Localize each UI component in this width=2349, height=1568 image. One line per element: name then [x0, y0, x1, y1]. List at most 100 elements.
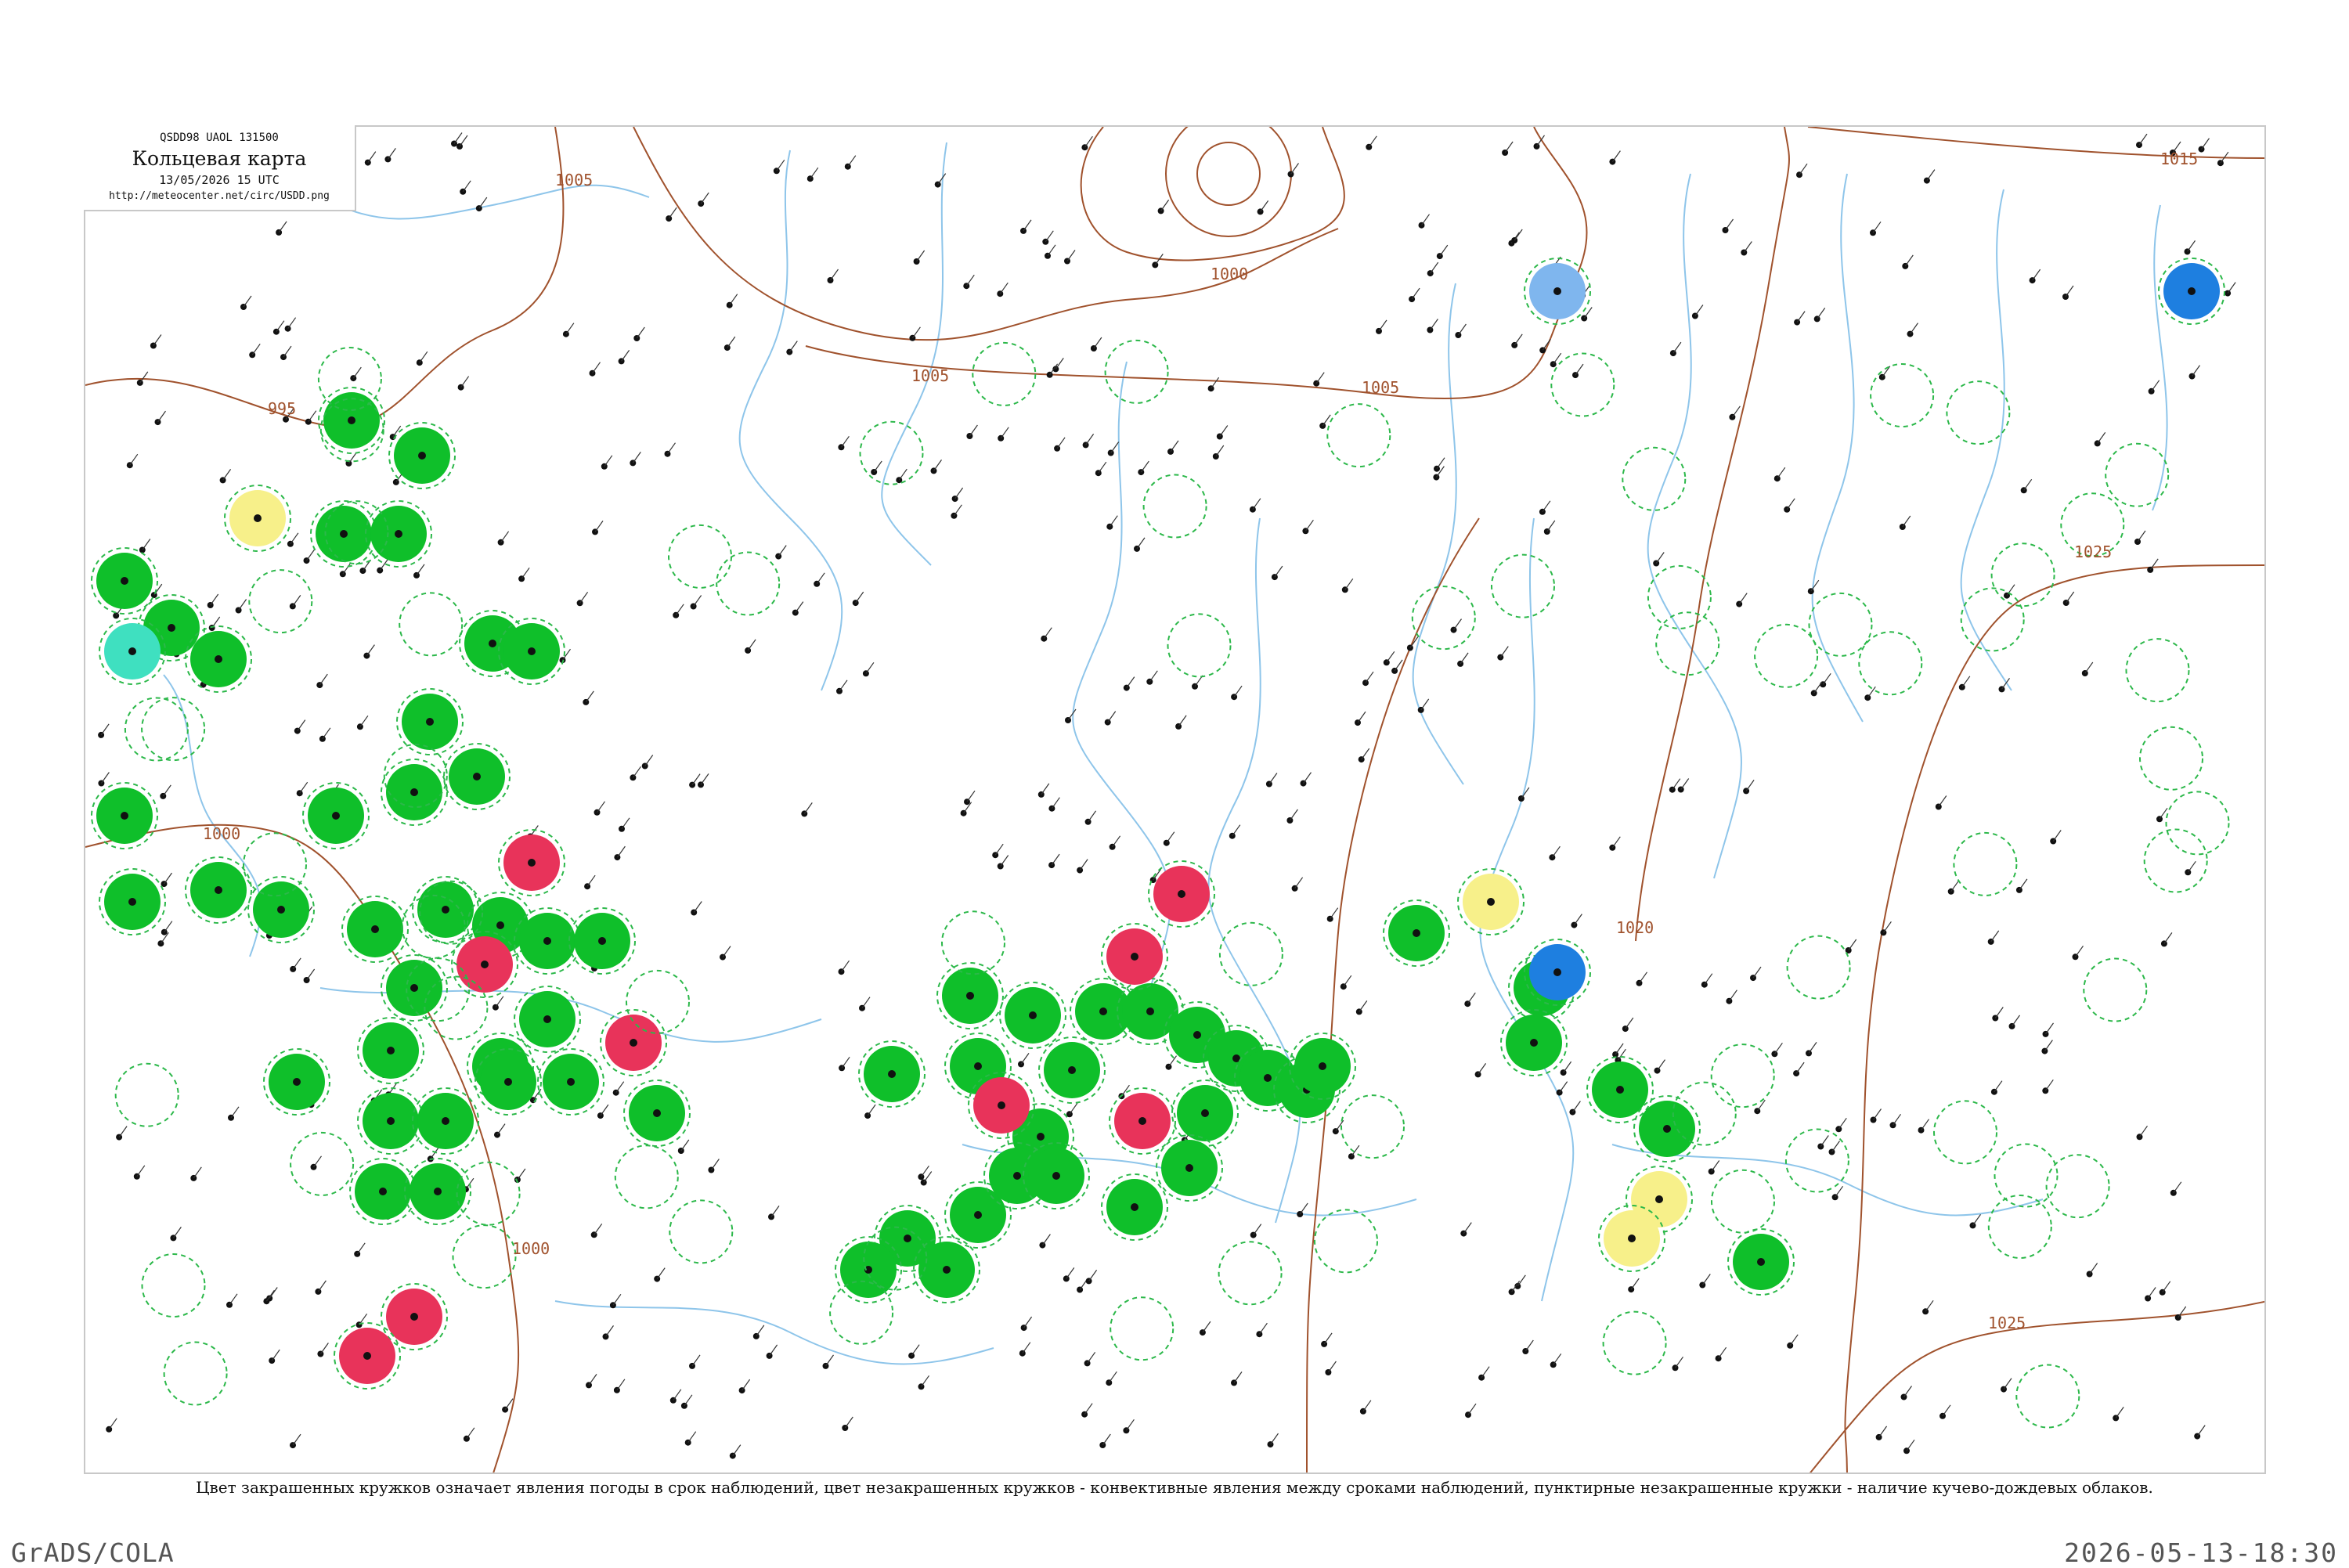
- wind-barb: [873, 460, 882, 473]
- station-marker: [457, 384, 464, 391]
- station-marker: [1068, 1066, 1076, 1074]
- wind-barb: [1421, 214, 1430, 226]
- station-marker: [371, 925, 379, 933]
- wind-barb: [1835, 1185, 1844, 1198]
- wind-barb: [1178, 715, 1187, 727]
- wind-barb: [1481, 1366, 1490, 1379]
- wind-barb: [586, 874, 596, 887]
- wind-barb: [1289, 809, 1298, 821]
- station-marker: [930, 467, 937, 474]
- wind-barb: [1140, 460, 1149, 473]
- isobar-label: 1000: [512, 1239, 550, 1258]
- wind-barb: [1457, 323, 1467, 336]
- station-marker: [1418, 222, 1425, 229]
- wind-barb: [1047, 244, 1056, 257]
- wind-barb: [2149, 558, 2159, 571]
- wind-barb: [1045, 230, 1054, 243]
- wind-barb: [297, 719, 306, 731]
- station-marker: [332, 812, 340, 820]
- cb-ring: [1990, 542, 2055, 607]
- wind-barb: [139, 371, 149, 384]
- wind-barb: [1149, 670, 1158, 683]
- isobar-line: [1635, 127, 1790, 942]
- wind-barb: [292, 595, 301, 607]
- wind-barb: [359, 715, 369, 727]
- isobar-line: [1844, 564, 2264, 1472]
- wind-barb: [2137, 530, 2146, 542]
- wind-barb: [2066, 591, 2075, 604]
- wind-barb: [1563, 1061, 1572, 1073]
- wind-barb: [1088, 1270, 1098, 1281]
- wind-barb: [803, 802, 813, 814]
- station-marker: [666, 215, 673, 222]
- station-marker: [1264, 1074, 1272, 1082]
- wind-barb: [1575, 363, 1584, 376]
- wind-barb: [1109, 515, 1118, 528]
- station-marker: [2136, 142, 2142, 149]
- wind-barb: [2196, 1425, 2206, 1436]
- wind-barb: [1972, 1214, 1981, 1226]
- wind-barb: [1795, 1062, 1805, 1074]
- wind-barb: [1429, 319, 1438, 330]
- wind-barb: [604, 455, 613, 467]
- wind-barb: [644, 755, 654, 766]
- station-marker: [528, 647, 536, 655]
- wind-barb: [1386, 651, 1395, 663]
- wind-barb: [1514, 333, 1523, 346]
- wind-barb: [2044, 1040, 2053, 1051]
- map-frame: 995 1000 1000 1000 1005 1005 1005 1015 1…: [84, 125, 2266, 1474]
- wind-barb: [839, 679, 848, 692]
- wind-barb: [1160, 200, 1170, 211]
- wind-barb: [594, 1223, 603, 1235]
- wind-barb: [2151, 380, 2160, 392]
- wind-barb: [1357, 711, 1366, 723]
- wind-barb: [1961, 676, 1971, 688]
- wind-barb: [459, 135, 468, 147]
- wind-barb: [142, 539, 151, 550]
- cb-ring: [668, 524, 732, 589]
- river: [1960, 189, 2012, 691]
- wind-barb: [2001, 678, 2010, 690]
- cb-ring: [456, 1161, 521, 1226]
- cb-ring: [1110, 1296, 1174, 1361]
- wind-barb: [1504, 141, 1514, 153]
- wind-barb: [2162, 1281, 2171, 1293]
- station-marker: [619, 825, 625, 832]
- wind-barb: [1322, 414, 1331, 427]
- wind-barb: [770, 1206, 780, 1217]
- station-marker: [1084, 818, 1092, 825]
- wind-barb: [1906, 1439, 1915, 1451]
- wind-barb: [965, 274, 975, 287]
- wind-barb: [366, 644, 375, 656]
- wind-barb: [229, 1293, 238, 1306]
- cb-ring: [1314, 1209, 1378, 1274]
- wind-barb: [1420, 698, 1430, 711]
- wind-barb: [1838, 1117, 1847, 1130]
- wind-barb: [342, 562, 352, 575]
- map-title: Кольцевая карта: [132, 147, 307, 170]
- wind-barb: [1215, 445, 1225, 457]
- wind-barb: [1258, 1322, 1268, 1335]
- cb-ring: [669, 1199, 734, 1264]
- wind-barb: [1055, 358, 1064, 369]
- cb-ring: [290, 1131, 355, 1196]
- cb-ring: [248, 569, 313, 634]
- station-marker: [1201, 1109, 1209, 1117]
- isobar-label: 1025: [2074, 542, 2112, 561]
- wind-barb: [276, 320, 285, 333]
- wind-barb: [1362, 1400, 1372, 1412]
- wind-barb: [387, 148, 396, 160]
- wind-barb: [521, 567, 530, 579]
- wind-barb: [319, 1343, 329, 1354]
- station-marker: [630, 460, 637, 467]
- wind-barb: [585, 690, 594, 703]
- wind-barb: [911, 1344, 920, 1357]
- station-marker: [150, 342, 157, 349]
- wind-barb: [1822, 672, 1831, 685]
- wind-barb: [1752, 966, 1762, 979]
- station-marker: [1131, 953, 1138, 961]
- isobar-label: 1015: [2160, 150, 2198, 168]
- wind-barb: [1680, 778, 1690, 790]
- cb-ring: [124, 697, 189, 762]
- wind-barb: [1873, 1108, 1882, 1120]
